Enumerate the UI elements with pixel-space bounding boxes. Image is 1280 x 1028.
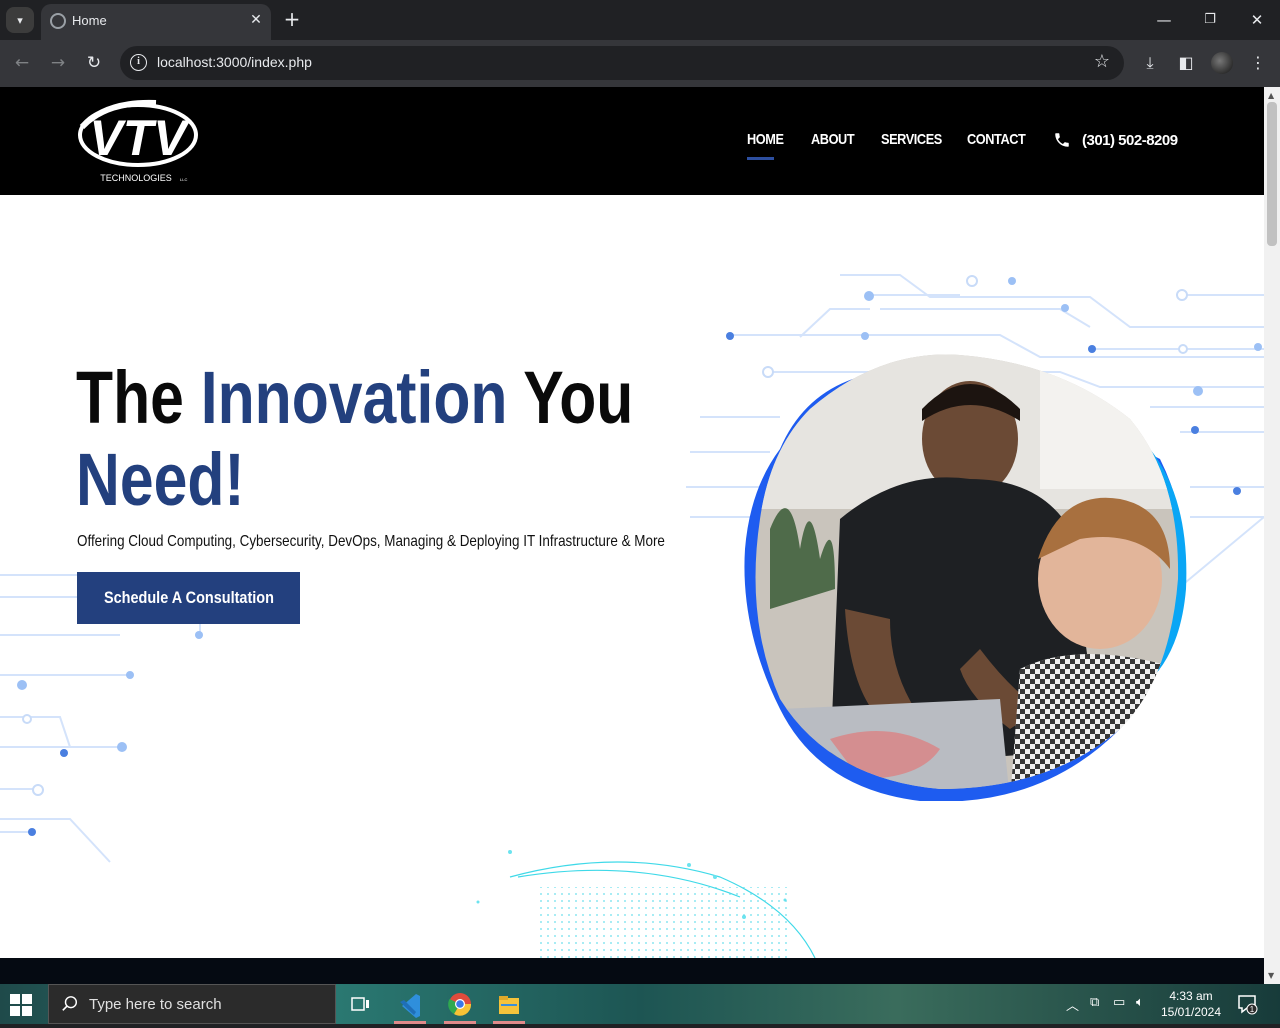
tab-search-button[interactable]: ▾ [6,7,34,33]
clock-date: 15/01/2024 [1160,1005,1222,1019]
globe-icon [50,13,66,29]
search-placeholder: Type here to search [89,996,222,1013]
show-hidden-icons-chevron-icon[interactable]: ︿ [1066,995,1079,1014]
svg-text:1: 1 [1250,1005,1255,1014]
tab-title: Home [72,13,107,28]
scroll-up-icon[interactable]: ▲ [1268,91,1274,100]
svg-text:LLC: LLC [180,177,187,182]
forward-arrow-icon[interactable]: → [46,51,70,75]
notification-center-icon[interactable]: 1 [1236,993,1258,1015]
page-viewport: VTV TECHNOLOGIES LLC HOME ABOUT SERVICES… [0,87,1264,984]
back-arrow-icon[interactable]: ← [10,51,34,75]
taskbar-clock[interactable]: 4:33 am 15/01/2024 [1160,988,1222,1020]
volume-icon[interactable]: 🔈︎ [1136,995,1144,1010]
page-scrollbar[interactable]: ▲ ▼ [1264,87,1280,984]
cta-label: Schedule A Consultation [103,588,274,607]
hero-team-photo [744,354,1187,801]
browser-tab-bar: ▾ Home ✕ + — ❐ ✕ [0,0,1280,40]
nav-services-link[interactable]: SERVICES [881,131,942,148]
site-header: VTV TECHNOLOGIES LLC HOME ABOUT SERVICES… [0,87,1264,195]
side-panel-icon[interactable]: ◧ [1174,51,1198,75]
active-nav-underline [747,157,774,160]
minimize-icon[interactable]: — [1152,8,1176,32]
scroll-down-icon[interactable]: ▼ [1268,971,1274,980]
schedule-consultation-button[interactable]: Schedule A Consultation [77,572,300,624]
task-view-icon[interactable] [340,988,380,1024]
window-close-icon[interactable]: ✕ [1245,8,1269,32]
nav-home-link[interactable]: HOME [747,131,784,148]
clock-time: 4:33 am [1169,989,1213,1003]
search-icon [62,996,78,1011]
reload-icon[interactable]: ↻ [82,51,106,75]
taskbar-search-box[interactable]: Type here to search [48,984,336,1024]
nav-contact-link[interactable]: CONTACT [967,131,1026,148]
hero-heading: The Innovation You Need! [76,357,633,521]
network-icon[interactable]: ▭ [1113,995,1125,1010]
hero-heading-word: You [523,356,634,439]
nav-about-link[interactable]: ABOUT [811,131,855,148]
hero-heading-accent-word: Innovation [200,356,508,439]
vscode-taskbar-icon[interactable] [390,988,430,1024]
meet-now-icon[interactable]: ⧉ [1090,995,1099,1010]
windows-start-icon[interactable] [10,994,32,1016]
file-explorer-taskbar-icon[interactable] [489,988,529,1024]
hero-subtitle: Offering Cloud Computing, Cybersecurity,… [77,533,665,550]
hero-heading-accent-word: Need! [76,438,245,521]
scrollbar-thumb[interactable] [1267,102,1277,246]
site-info-icon[interactable]: i [130,54,147,71]
phone-icon [1055,133,1069,147]
vtv-logo[interactable]: VTV TECHNOLOGIES LLC [76,97,200,187]
browser-toolbar: ← → ↻ i localhost:3000/index.php ☆ ⤓ ◧ ⋮ [0,40,1280,87]
download-icon[interactable]: ⤓ [1138,51,1162,75]
browser-tab-home[interactable]: Home ✕ [41,4,271,40]
phone-contact[interactable]: (301) 502-8209 [1051,131,1178,149]
url-text[interactable]: localhost:3000/index.php [157,54,312,70]
chrome-taskbar-icon[interactable] [440,988,480,1024]
bookmark-star-icon[interactable]: ☆ [1094,51,1110,72]
address-bar[interactable]: i localhost:3000/index.php ☆ [120,46,1124,80]
new-tab-button[interactable]: + [281,8,303,30]
more-menu-icon[interactable]: ⋮ [1246,51,1270,75]
phone-number[interactable]: (301) 502-8209 [1082,132,1178,149]
tab-close-icon[interactable]: ✕ [246,10,266,30]
windows-taskbar: Type here to search ︿ ⧉ ▭ 🔈︎ 4:33 am 15/… [0,984,1280,1024]
svg-text:TECHNOLOGIES: TECHNOLOGIES [100,173,172,183]
next-section-strip [0,958,1264,984]
hero-heading-word: The [76,356,184,439]
svg-text:VTV: VTV [89,110,190,166]
profile-avatar[interactable] [1211,52,1233,74]
restore-icon[interactable]: ❐ [1198,8,1222,32]
